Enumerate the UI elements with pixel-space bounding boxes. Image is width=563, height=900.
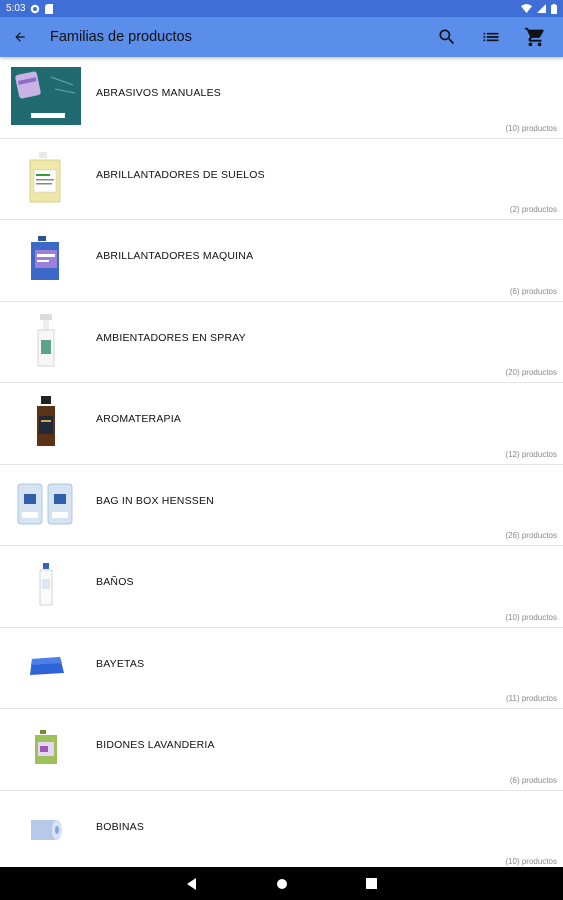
- nav-recents-icon[interactable]: [366, 878, 377, 889]
- abrasive-pad-box-icon: [11, 67, 81, 125]
- paper-roll-icon: [31, 819, 62, 840]
- sd-card-icon: [45, 3, 54, 14]
- product-count: (11) productos: [506, 694, 557, 703]
- product-count: (26) productos: [505, 531, 557, 540]
- product-thumbnail: [10, 717, 82, 779]
- product-count: (10) productos: [505, 857, 557, 866]
- list-item[interactable]: BAÑOS (10) productos: [0, 546, 563, 628]
- family-name: BAYETAS: [96, 657, 145, 670]
- status-bar: 5:03: [0, 0, 563, 17]
- product-thumbnail: [10, 554, 82, 616]
- list-item[interactable]: AMBIENTADORES EN SPRAY (20) productos: [0, 302, 563, 383]
- family-name: ABRASIVOS MANUALES: [96, 87, 221, 99]
- app-notification-icon: [31, 4, 40, 13]
- cart-button[interactable]: [513, 17, 557, 57]
- page-title: Familias de productos: [50, 29, 192, 45]
- family-name: BOBINAS: [96, 820, 145, 833]
- bag-in-box-icon: [17, 483, 73, 524]
- product-thumbnail: [10, 228, 82, 290]
- status-time: 5:03: [6, 3, 26, 14]
- list-item[interactable]: BOBINAS (10) productos: [0, 791, 563, 868]
- green-jerrycan-icon: [35, 730, 57, 764]
- list-item[interactable]: BIDONES LAVANDERIA (6) productos: [0, 709, 563, 791]
- list-item[interactable]: ABRILLANTADORES DE SUELOS (2) productos: [0, 139, 563, 220]
- yellow-jerrycan-icon: [29, 151, 61, 202]
- product-count: (6) productos: [509, 775, 557, 785]
- product-thumbnail: [10, 391, 82, 453]
- product-thumbnail: [10, 473, 82, 535]
- blue-cloth-icon: [30, 656, 64, 675]
- app-bar: Familias de productos: [0, 17, 563, 57]
- arrow-back-icon: [15, 32, 25, 42]
- product-count: (10) productos: [505, 123, 557, 133]
- family-name: BAG IN BOX HENSSEN: [96, 494, 214, 507]
- product-count: (10) productos: [505, 612, 557, 622]
- amber-bottle-icon: [37, 396, 55, 446]
- product-count: (6) productos: [509, 286, 557, 296]
- product-thumbnail: [10, 147, 82, 209]
- battery-icon: [551, 3, 557, 14]
- list-view-button[interactable]: [469, 17, 513, 57]
- blue-jerrycan-icon: [31, 236, 59, 280]
- family-name: ABRILLANTADORES MAQUINA: [96, 250, 254, 262]
- list-item[interactable]: BAYETAS (11) productos: [0, 628, 563, 709]
- back-button[interactable]: [0, 17, 40, 57]
- search-button[interactable]: [425, 17, 469, 57]
- list-view-icon: [483, 32, 499, 42]
- family-name: BIDONES LAVANDERIA: [96, 739, 215, 751]
- product-count: (2) productos: [509, 205, 557, 214]
- signal-icon: [537, 4, 546, 13]
- list-item[interactable]: ABRILLANTADORES MAQUINA (6) productos: [0, 220, 563, 302]
- family-name: ABRILLANTADORES DE SUELOS: [96, 168, 265, 181]
- search-icon: [439, 29, 455, 45]
- family-name: BAÑOS: [96, 576, 134, 588]
- family-list: ABRASIVOS MANUALES (10) productos ABRILL…: [0, 57, 563, 867]
- product-thumbnail: [10, 799, 82, 861]
- wifi-icon: [521, 4, 532, 13]
- list-item[interactable]: AROMATERAPIA (12) productos: [0, 383, 563, 465]
- list-item[interactable]: ABRASIVOS MANUALES (10) productos: [0, 57, 563, 139]
- system-nav-bar: [0, 867, 563, 900]
- status-left: 5:03: [6, 3, 54, 14]
- spray-bottle-icon: [37, 313, 55, 366]
- list-item[interactable]: BAG IN BOX HENSSEN (26) productos: [0, 465, 563, 546]
- product-thumbnail: [10, 65, 82, 127]
- product-count: (20) productos: [505, 368, 557, 377]
- nav-home-icon[interactable]: [276, 878, 288, 890]
- status-right: [521, 3, 557, 14]
- cart-icon: [524, 27, 544, 47]
- product-thumbnail: [10, 310, 82, 372]
- white-bottle-icon: [39, 563, 53, 606]
- product-thumbnail: [10, 636, 82, 698]
- family-name: AROMATERAPIA: [96, 413, 182, 425]
- nav-back-icon[interactable]: [186, 877, 198, 890]
- family-name: AMBIENTADORES EN SPRAY: [96, 331, 246, 344]
- product-count: (12) productos: [505, 449, 557, 459]
